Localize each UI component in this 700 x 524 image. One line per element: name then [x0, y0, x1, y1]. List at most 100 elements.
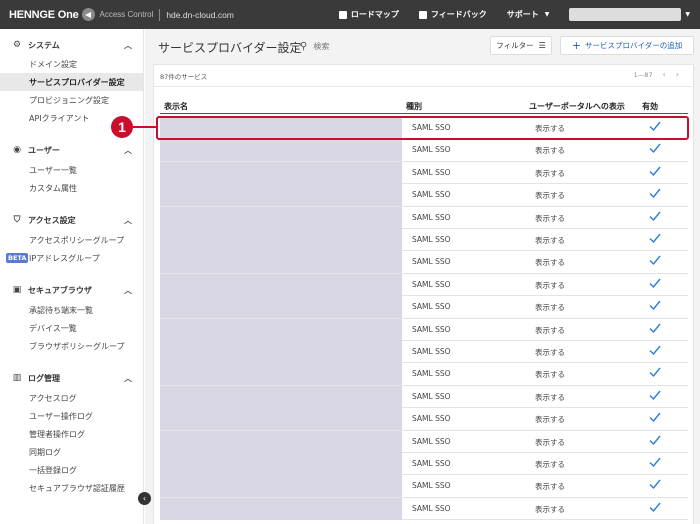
redacted-name-cell[interactable] [160, 296, 402, 319]
table-row[interactable]: SAML SSO 表示する [160, 161, 688, 185]
search-input[interactable] [313, 42, 484, 51]
next-page-icon[interactable]: › [676, 70, 679, 79]
logo-text: HENNGE One [9, 8, 79, 21]
redacted-name-cell[interactable] [160, 341, 402, 363]
portal-cell: 表示する [535, 460, 565, 469]
sidebar-item-provisioning[interactable]: プロビジョニング設定 [0, 91, 143, 109]
redacted-name-cell[interactable] [160, 139, 402, 162]
sidebar-section-logs[interactable]: ▥ ログ管理 ︿ [12, 371, 132, 385]
checkmark-icon [649, 300, 661, 311]
sidebar-item-domain[interactable]: ドメイン設定 [0, 55, 143, 73]
redacted-name-cell[interactable] [160, 430, 402, 453]
checkmark-icon [649, 479, 661, 490]
table-row[interactable]: SAML SSO 表示する [160, 229, 688, 252]
table-row[interactable]: SAML SSO 表示する [160, 497, 688, 521]
table-row[interactable]: SAML SSO 表示する [160, 318, 688, 341]
sidebar-section-users[interactable]: ◉ ユーザー ︿ [12, 143, 132, 157]
portal-cell: 表示する [535, 348, 565, 357]
type-cell: SAML SSO [412, 302, 451, 312]
checkmark-icon [649, 323, 661, 333]
table-row[interactable]: SAML SSO 表示する [160, 206, 688, 229]
portal-cell: 表示する [535, 213, 565, 223]
sidebar-item-user-list[interactable]: ユーザー一覧 [0, 161, 143, 179]
redacted-name-cell[interactable] [160, 453, 402, 475]
sidebar-item-device-list[interactable]: デバイス一覧 [0, 319, 143, 337]
redacted-name-cell[interactable] [160, 229, 402, 251]
column-header-portal[interactable]: ユーザーポータルへの表示 [529, 101, 625, 112]
table-row[interactable]: SAML SSO 表示する [160, 341, 688, 364]
roadmap-link[interactable]: ロードマップ [338, 9, 399, 20]
table-row[interactable]: SAML SSO 表示する [160, 453, 688, 476]
sidebar-item-service-provider[interactable]: サービスプロバイダー設定 [0, 73, 143, 91]
redacted-name-cell[interactable] [160, 184, 402, 207]
redacted-name-cell[interactable] [160, 408, 402, 431]
redacted-name-cell[interactable] [160, 273, 402, 296]
support-menu[interactable]: サポート ▼ [507, 9, 550, 20]
checkmark-icon [649, 255, 661, 266]
map-icon [338, 10, 347, 19]
redacted-name-cell[interactable] [160, 206, 402, 229]
sidebar-item-access-log[interactable]: アクセスログ [0, 389, 143, 407]
add-service-provider-button[interactable]: + サービスプロバイダーの追加 [560, 36, 694, 55]
prev-page-icon[interactable]: ‹ [663, 70, 666, 79]
sidebar-item-sync-log[interactable]: 同期ログ [0, 443, 143, 461]
checkmark-icon [649, 166, 661, 176]
portal-cell: 表示する [535, 392, 565, 402]
redacted-name-cell[interactable] [160, 385, 402, 408]
column-header-name[interactable]: 表示名 [164, 101, 188, 112]
chevron-up-icon: ︿ [124, 215, 132, 225]
chevron-down-icon[interactable]: ▼ [685, 11, 690, 18]
type-cell: SAML SSO [412, 369, 451, 379]
table-row[interactable]: SAML SSO 表示する [160, 296, 688, 319]
table-row[interactable]: SAML SSO 表示する [160, 251, 688, 274]
checkmark-icon [649, 412, 661, 423]
product-name: Access Control [99, 10, 154, 19]
table-row[interactable]: SAML SSO 表示する [160, 273, 688, 297]
sidebar-section-system[interactable]: ⚙ システム ︿ [12, 38, 132, 52]
chevron-up-icon: ︿ [124, 40, 132, 50]
sidebar-item-user-op-log[interactable]: ユーザー操作ログ [0, 407, 143, 425]
collapse-sidebar-button[interactable]: ‹ [138, 492, 151, 505]
checkmark-icon [649, 278, 661, 288]
sidebar-item-bulk-log[interactable]: 一括登録ログ [0, 461, 143, 479]
redacted-name-cell[interactable] [160, 363, 402, 386]
support-label: サポート [506, 10, 539, 19]
redacted-name-cell[interactable] [160, 251, 402, 274]
redacted-name-cell[interactable] [160, 497, 402, 520]
sidebar-section-secure-browser[interactable]: ▣ セキュアブラウザ ︿ [12, 283, 132, 297]
sidebar-item-ip-address-group[interactable]: BETA IPアドレスグループ [0, 249, 143, 267]
sidebar-item-secure-browser-auth[interactable]: セキュアブラウザ認証履歴 [0, 479, 143, 497]
checkmark-icon [649, 233, 661, 244]
sidebar-item-access-policy[interactable]: アクセスポリシーグループ [0, 231, 143, 249]
table-row[interactable]: SAML SSO 表示する [160, 475, 688, 498]
filter-button[interactable]: フィルター ☰ [490, 36, 552, 55]
sidebar-item-browser-policy[interactable]: ブラウザポリシーグループ [0, 337, 143, 355]
sidebar-item-pending-devices[interactable]: 承認待ち端末一覧 [0, 301, 143, 319]
table-row[interactable]: SAML SSO 表示する [160, 139, 688, 162]
redacted-name-cell[interactable] [160, 161, 402, 184]
portal-cell: 表示する [535, 191, 565, 201]
feedback-link[interactable]: フィードバック [418, 9, 487, 20]
sidebar-item-custom-attributes[interactable]: カスタム属性 [0, 179, 143, 197]
table-row[interactable]: SAML SSO 表示する [160, 408, 688, 431]
portal-cell: 表示する [535, 146, 565, 156]
logo[interactable]: HENNGE One Access Control [9, 8, 153, 21]
portal-cell: 表示する [535, 437, 565, 447]
table-row[interactable]: SAML SSO 表示する [160, 363, 688, 386]
checkmark-icon [649, 390, 661, 400]
column-header-type[interactable]: 種別 [406, 101, 422, 112]
redacted-name-cell[interactable] [160, 318, 402, 341]
portal-cell: 表示する [535, 370, 565, 380]
feedback-icon [418, 10, 427, 19]
column-header-enabled[interactable]: 有効 [642, 101, 658, 112]
sidebar-item-admin-op-log[interactable]: 管理者操作ログ [0, 425, 143, 443]
table-row[interactable]: SAML SSO 表示する [160, 430, 688, 453]
table-row[interactable]: SAML SSO 表示する [160, 385, 688, 409]
checkmark-icon [649, 143, 661, 154]
redacted-name-cell[interactable] [160, 475, 402, 498]
table-row[interactable]: SAML SSO 表示する [160, 184, 688, 207]
checkmark-icon [649, 188, 661, 199]
sidebar-section-access[interactable]: ⛉ アクセス設定 ︿ [12, 213, 132, 227]
user-menu[interactable] [569, 8, 682, 21]
type-cell: SAML SSO [412, 167, 451, 177]
